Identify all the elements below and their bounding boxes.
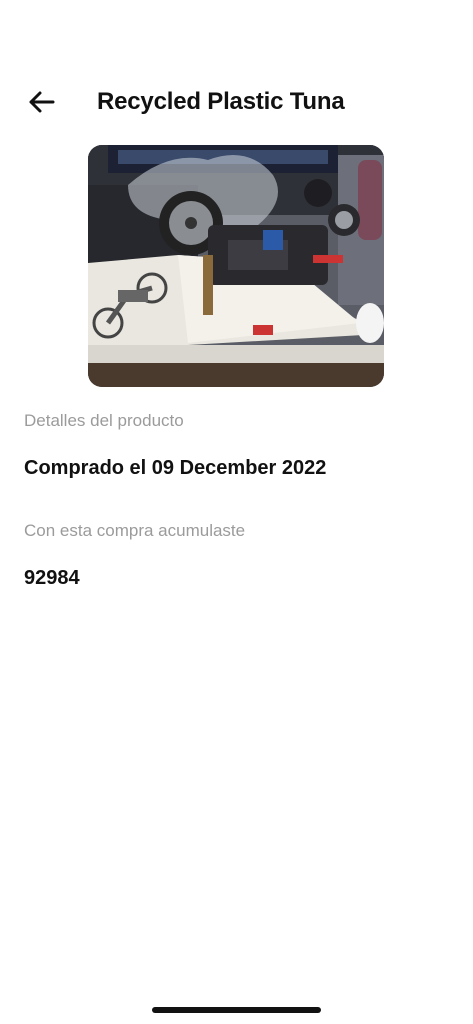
- product-image: [88, 145, 384, 387]
- top-bar: Recycled Plastic Tuna: [0, 78, 473, 126]
- accumulated-label: Con esta compra acumulaste: [24, 521, 246, 540]
- page-title: Recycled Plastic Tuna: [97, 88, 345, 115]
- details-label: Detalles del producto: [24, 411, 184, 430]
- accumulated-points: 92984: [24, 567, 80, 589]
- purchase-date: Comprado el 09 December 2022: [24, 457, 327, 479]
- home-indicator[interactable]: [152, 1007, 321, 1013]
- arrow-left-icon: [29, 91, 55, 113]
- back-button[interactable]: [22, 84, 60, 120]
